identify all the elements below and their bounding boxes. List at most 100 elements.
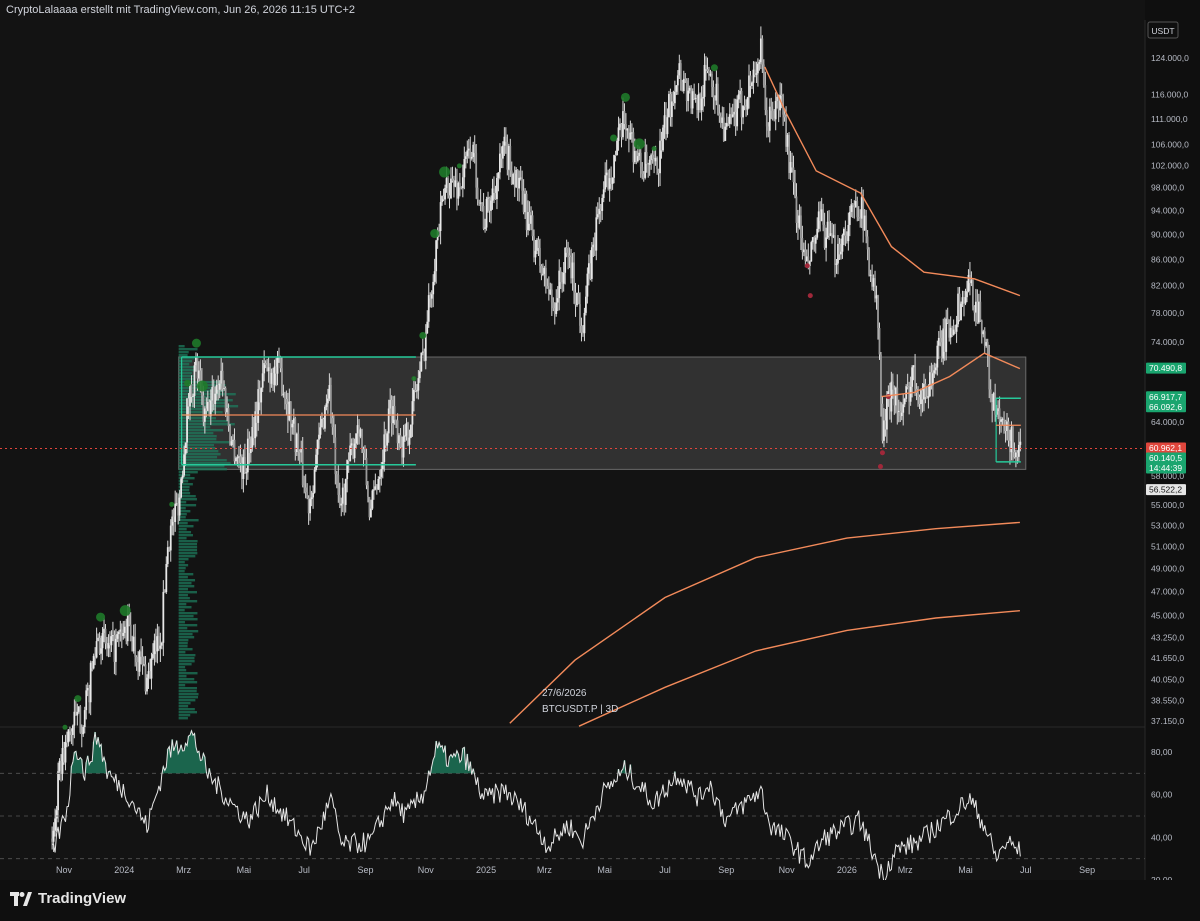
symbol-label: BTCUSDT.P | 3D: [542, 704, 618, 715]
tradingview-logo[interactable]: TradingView: [10, 890, 126, 907]
candle-body: [844, 228, 847, 236]
candle-body: [676, 75, 679, 86]
signal-dot-green: [196, 380, 208, 392]
candle-body: [504, 136, 507, 142]
candle-body: [544, 267, 547, 287]
candle-body: [577, 292, 580, 305]
volume-profile-bar: [178, 675, 187, 678]
volume-profile-bar: [178, 567, 186, 570]
candle-body: [285, 399, 288, 405]
candle-body: [85, 690, 88, 711]
candle-body: [841, 234, 844, 252]
candle-body: [816, 228, 819, 238]
x-tick-label: Mai: [597, 865, 612, 875]
volume-profile-bar: [178, 663, 192, 666]
volume-profile-bar: [178, 450, 219, 453]
candle-body: [595, 217, 598, 251]
volume-profile-bar: [178, 630, 199, 633]
volume-profile-bar: [178, 552, 198, 555]
candle-body: [656, 157, 658, 169]
candle-body: [165, 563, 168, 593]
candle-body: [427, 295, 430, 322]
candle-body: [550, 289, 553, 303]
candle-body: [122, 632, 125, 636]
y-tick-label: 37.150,0: [1151, 716, 1184, 726]
volume-profile-bar: [178, 624, 198, 627]
x-tick-label: Mrz: [898, 865, 913, 875]
candle-body: [344, 479, 347, 505]
candle-body: [955, 324, 958, 332]
candle-body: [301, 449, 304, 486]
volume-profile-bar: [178, 600, 198, 603]
candle-body: [159, 645, 162, 649]
x-tick-label: Jul: [298, 865, 310, 875]
candle-body: [313, 469, 316, 493]
candle-body: [476, 187, 479, 200]
candle-body: [1003, 419, 1005, 421]
candle-body: [284, 393, 286, 400]
candle-body: [751, 82, 753, 86]
volume-profile-bar: [178, 609, 185, 612]
candle-body: [565, 247, 568, 253]
candle-body: [367, 485, 369, 498]
candle-body: [601, 198, 604, 211]
volume-profile-bar: [178, 531, 192, 534]
candle-body: [221, 370, 224, 389]
candle-body: [450, 178, 452, 199]
candle-body: [140, 651, 142, 657]
candle-body: [822, 209, 825, 225]
candle-body: [451, 178, 454, 181]
candle-body: [792, 167, 795, 183]
x-tick-label: Nov: [779, 865, 796, 875]
candle-body: [239, 456, 242, 463]
candle-body: [337, 474, 340, 495]
y-tick-label: 106.000,0: [1151, 139, 1189, 149]
candle-body: [82, 727, 85, 735]
candle-body: [190, 384, 193, 397]
y-tick-label: 43.250,0: [1151, 632, 1184, 642]
volume-profile-bar: [178, 591, 198, 594]
candle-body: [700, 98, 703, 111]
y-tick-label: 82.000,0: [1151, 280, 1184, 290]
candle-body: [972, 280, 974, 307]
y-tick-label: 86.000,0: [1151, 254, 1184, 264]
candle-body: [596, 214, 599, 218]
x-tick-label: Mrz: [537, 865, 552, 875]
volume-profile-bar: [178, 432, 214, 435]
candle-body: [761, 38, 764, 65]
y-tick-label: 55.000,0: [1151, 500, 1184, 510]
candle-body: [116, 634, 119, 639]
candle-body: [703, 64, 706, 97]
candle-body: [911, 367, 914, 387]
btc-chart[interactable]: USDT 124.000,0 116.000,0 111.000,0 106.000,…: [0, 0, 1200, 880]
y-tick-label: 94.000,0: [1151, 205, 1184, 215]
candle-body: [562, 272, 565, 284]
candle-body: [501, 145, 504, 159]
candle-body: [325, 403, 328, 407]
candle-body: [540, 265, 543, 275]
candle-body: [160, 642, 163, 646]
candle-body: [230, 441, 233, 446]
y-tick-label: 38.550,0: [1151, 696, 1184, 706]
candle-body: [960, 303, 962, 321]
candle-body: [89, 662, 92, 703]
candle-body: [117, 631, 120, 635]
candle-body: [413, 389, 415, 402]
candle-body: [439, 202, 442, 231]
y-tick-label: 53.000,0: [1151, 521, 1184, 531]
candle-body: [573, 262, 575, 293]
candle-body: [304, 487, 307, 493]
candle-body: [783, 114, 786, 118]
candle-body: [481, 202, 484, 206]
candle-body: [755, 73, 758, 75]
candle-body: [181, 475, 184, 479]
candle-body: [641, 166, 644, 174]
candle-body: [493, 188, 495, 193]
candle-body: [340, 503, 343, 506]
candle-body: [353, 443, 356, 459]
volume-profile-bar: [178, 525, 194, 528]
signal-dot-green: [430, 229, 440, 239]
candle-body: [774, 100, 777, 120]
price-label-text: 66.092,6: [1149, 402, 1182, 412]
volume-profile-bar: [178, 642, 188, 645]
